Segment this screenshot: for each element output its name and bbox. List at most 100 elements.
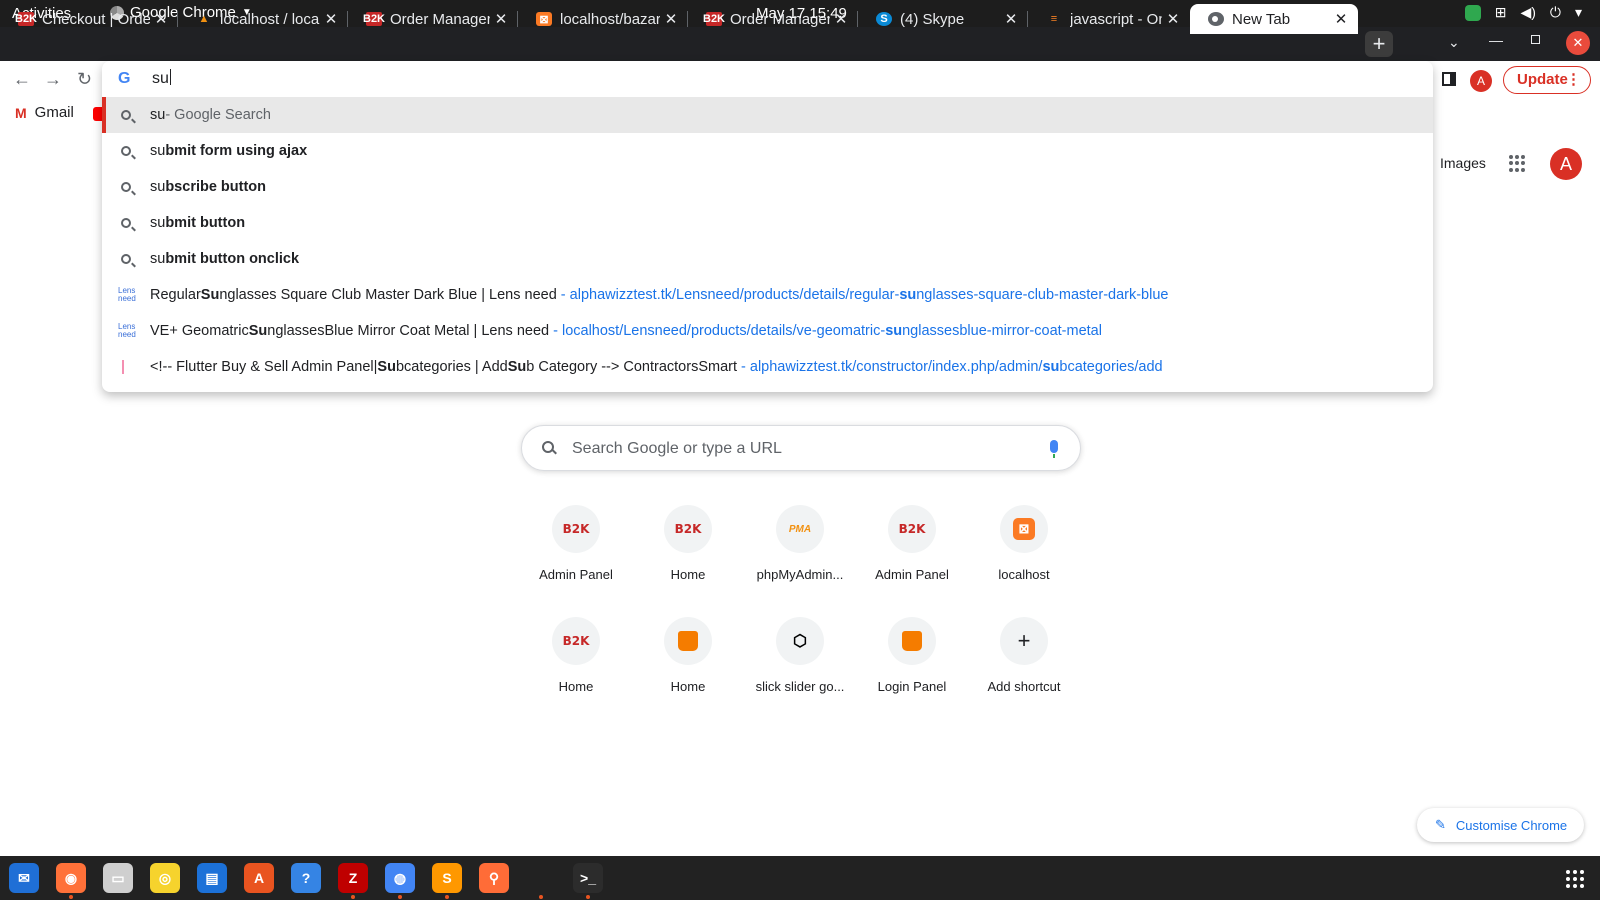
tab-title: (4) Skype xyxy=(900,10,965,28)
images-link[interactable]: Images xyxy=(1440,155,1486,171)
suggestion-row[interactable]: su bmit button onclick xyxy=(102,241,1433,277)
suggestion-match: Su xyxy=(377,359,396,375)
files-icon[interactable]: ▭ xyxy=(103,863,133,893)
shortcut-tile[interactable]: B2K Home xyxy=(520,617,632,717)
tab-1[interactable]: B2K Checkout | Order ✕ xyxy=(0,4,178,34)
close-tab-icon[interactable]: ✕ xyxy=(830,10,852,28)
suggestion-icon xyxy=(102,254,150,264)
blank-app-icon[interactable] xyxy=(526,863,556,899)
power-icon[interactable]: ⏻ xyxy=(1550,4,1561,21)
close-tab-icon[interactable]: ✕ xyxy=(660,10,682,28)
suggestion-row[interactable]: su bscribe button xyxy=(102,169,1433,205)
thunderbird-icon[interactable]: ✉ xyxy=(9,863,39,893)
shortcut-tile[interactable]: + Add shortcut xyxy=(968,617,1080,717)
tab-title: Order Manager xyxy=(730,10,830,28)
shortcut-label: Login Panel xyxy=(877,679,947,694)
chrome-icon[interactable]: ◍ xyxy=(385,863,415,899)
shortcut-tile[interactable]: Login Panel xyxy=(856,617,968,717)
update-button[interactable]: Update ⋮ xyxy=(1503,66,1591,94)
tab-8[interactable]: New Tab ✕ xyxy=(1190,4,1358,34)
show-applications-icon[interactable] xyxy=(1566,870,1584,888)
suggestion-text: localhost/Lensneed/products/details/ve-g… xyxy=(561,323,886,339)
maximize-button[interactable] xyxy=(1531,35,1540,44)
shortcut-tile[interactable]: B2K Admin Panel xyxy=(520,505,632,605)
suggestion-match: bmit button xyxy=(165,215,246,231)
tab-3[interactable]: B2K Order Manager ✕ xyxy=(348,4,518,34)
microphone-icon[interactable] xyxy=(1050,440,1058,458)
xampp-logo: ⊠ xyxy=(1000,505,1048,553)
back-button[interactable]: ← xyxy=(13,69,31,90)
new-tab-button[interactable]: + xyxy=(1365,31,1393,57)
b2k-logo: B2K xyxy=(888,505,936,553)
chevron-down-icon[interactable]: ▾ xyxy=(1575,4,1582,21)
suggestion-icon: Lens need xyxy=(102,323,150,339)
rhythmbox-icon[interactable]: ◎ xyxy=(150,863,180,893)
network-icon[interactable]: ⊞ xyxy=(1495,4,1507,21)
tab-search-button[interactable]: ⌄ xyxy=(1448,34,1460,51)
tab-7[interactable]: ≡ javascript - OnC✕ xyxy=(1028,4,1190,34)
terminal-icon[interactable]: >_ xyxy=(573,863,603,899)
reload-button[interactable]: ↻ xyxy=(77,69,92,90)
tab-2[interactable]: ▲ localhost / localhost✕ xyxy=(178,4,348,34)
sublime-icon[interactable]: S xyxy=(432,863,462,899)
customise-chrome-button[interactable]: ✎ Customise Chrome xyxy=(1417,808,1584,842)
phpmyadmin-logo: PMA xyxy=(776,505,824,553)
suggestion-row[interactable]: Lens need VE+ Geomatric Su nglassesBlue Mir… xyxy=(102,313,1433,349)
suggestion-text: su xyxy=(150,107,166,123)
tab-4[interactable]: ⊠ localhost/bazar ✕ xyxy=(518,4,688,34)
suggestion-row[interactable]: su bmit button xyxy=(102,205,1433,241)
writer-icon[interactable]: ▤ xyxy=(197,863,227,893)
forward-button[interactable]: → xyxy=(44,69,62,90)
volume-icon[interactable]: ◀) xyxy=(1520,4,1535,21)
suggestion-match: Su xyxy=(248,323,268,339)
suggestion-text: nglassesblue-mirror-coat-metal xyxy=(902,323,1102,339)
search-icon xyxy=(121,182,131,192)
account-avatar[interactable]: A xyxy=(1550,148,1582,180)
shortcut-label: slick slider go... xyxy=(755,679,845,694)
system-tray[interactable]: ⊞ ◀) ⏻ ▾ xyxy=(1464,4,1582,21)
suggestion-row[interactable]: su bmit form using ajax xyxy=(102,133,1433,169)
tab-6[interactable]: S (4) Skype ✕ xyxy=(858,4,1028,34)
url-separator: - xyxy=(737,359,750,375)
shortcut-tile[interactable]: PMA phpMyAdmin... xyxy=(744,505,856,605)
shortcut-tile[interactable]: B2K Home xyxy=(632,505,744,605)
tab-title: Checkout | Order xyxy=(42,10,150,28)
ntp-search-box[interactable]: Search Google or type a URL xyxy=(521,425,1081,471)
suggestion-row[interactable]: <!-- Flutter Buy & Sell Admin Panel| Su bc… xyxy=(102,349,1433,385)
shortcut-tile[interactable]: Home xyxy=(632,617,744,717)
filezilla-icon[interactable]: Z xyxy=(338,863,368,899)
minimize-button[interactable]: — xyxy=(1489,32,1503,48)
close-tab-icon[interactable]: ✕ xyxy=(1000,10,1022,28)
close-tab-icon[interactable]: ✕ xyxy=(320,10,342,28)
suggestion-row[interactable]: Lens need Regular Su nglasses Square Club M… xyxy=(102,277,1433,313)
side-panel-icon[interactable] xyxy=(1442,72,1456,86)
shortcut-tile[interactable]: B2K Admin Panel xyxy=(856,505,968,605)
omnibox-input[interactable]: su xyxy=(152,69,171,88)
close-tab-icon[interactable]: ✕ xyxy=(1330,10,1352,28)
postman-icon[interactable]: ⚲ xyxy=(479,863,509,893)
tab-5[interactable]: B2K Order Manager ✕ xyxy=(688,4,858,34)
shortcut-tile[interactable]: ⊠ localhost xyxy=(968,505,1080,605)
bookmark-gmail[interactable]: M Gmail xyxy=(15,104,74,121)
suggestion-text: nglasses-square-club-master-dark-blue xyxy=(916,287,1169,303)
google-apps-icon[interactable] xyxy=(1509,155,1526,172)
suggestion-text: su xyxy=(150,215,166,231)
tab-title: localhost / localhost xyxy=(220,10,320,28)
shortcut-tile[interactable]: ⬡ slick slider go... xyxy=(744,617,856,717)
close-tab-icon[interactable]: ✕ xyxy=(1162,10,1184,28)
firefox-icon[interactable]: ◉ xyxy=(56,863,86,899)
profile-avatar[interactable]: A xyxy=(1470,70,1492,92)
suggestion-text: <!-- Flutter Buy & Sell Admin Panel| xyxy=(150,359,378,375)
lens-need-icon: Lens need xyxy=(118,286,136,303)
shield-icon[interactable] xyxy=(1464,4,1481,21)
help-icon[interactable]: ? xyxy=(291,863,321,893)
suggestion-match: bscribe button xyxy=(165,179,267,195)
software-icon[interactable]: A xyxy=(244,863,274,893)
close-window-button[interactable]: ✕ xyxy=(1566,31,1590,55)
close-tab-icon[interactable]: ✕ xyxy=(490,10,512,28)
suggestion-text: VE+ Geomatric xyxy=(150,323,249,339)
suggestion-row[interactable]: su - Google Search xyxy=(102,97,1433,133)
suggestion-icon xyxy=(102,360,150,374)
close-tab-icon[interactable]: ✕ xyxy=(150,10,172,28)
xampp-logo: ⊠ xyxy=(536,12,552,26)
